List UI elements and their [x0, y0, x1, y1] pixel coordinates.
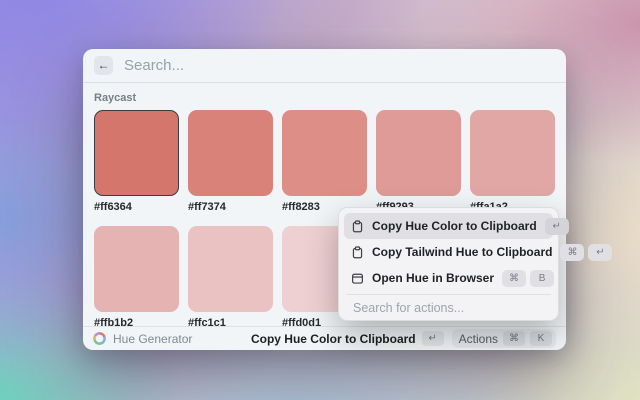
menu-item-label: Copy Hue Color to Clipboard [372, 219, 537, 233]
swatch-cell: #ff9293 [376, 110, 461, 213]
color-swatch[interactable] [376, 110, 461, 196]
swatch-cell: #ff8283 [282, 110, 367, 213]
actions-button[interactable]: Actions ⌘ K [452, 329, 556, 348]
primary-action-label: Copy Hue Color to Clipboard [251, 332, 416, 346]
app-name: Hue Generator [113, 332, 192, 346]
search-bar: ← [83, 49, 566, 82]
swatch-cell: #ff7374 [188, 110, 273, 213]
status-bar: Hue Generator Copy Hue Color to Clipboar… [83, 326, 566, 350]
browser-icon [351, 272, 364, 285]
color-swatch[interactable] [470, 110, 555, 196]
search-input[interactable] [122, 56, 555, 75]
color-swatch[interactable] [188, 226, 273, 312]
back-arrow-icon: ← [98, 58, 110, 72]
return-key-badge: ↵ [545, 218, 569, 235]
menu-item-open-hue-browser[interactable]: Open Hue in Browser ⌘ B [344, 265, 553, 291]
return-key-badge: ↵ [588, 244, 612, 261]
primary-action-button[interactable]: Copy Hue Color to Clipboard ↵ [251, 331, 444, 346]
menu-item-label: Open Hue in Browser [372, 271, 494, 285]
menu-item-copy-hue-color[interactable]: Copy Hue Color to Clipboard ↵ [344, 213, 553, 239]
actions-menu: Copy Hue Color to Clipboard ↵ Copy Tailw… [338, 207, 559, 321]
swatch-cell: #ffb1b2 [94, 226, 179, 329]
hue-generator-icon [93, 332, 106, 345]
menu-item-copy-tailwind-hue[interactable]: Copy Tailwind Hue to Clipboard ⌘ ↵ [344, 239, 553, 265]
color-swatch[interactable] [94, 226, 179, 312]
cmd-key-badge: ⌘ [560, 244, 584, 261]
color-swatch[interactable] [282, 110, 367, 196]
clipboard-icon [351, 246, 364, 259]
b-key-badge: B [530, 270, 554, 287]
actions-search-input[interactable] [351, 300, 546, 316]
back-button[interactable]: ← [94, 56, 113, 75]
cmd-key-badge: ⌘ [503, 331, 525, 346]
swatch-cell: #ffc1c1 [188, 226, 273, 329]
k-key-badge: K [530, 331, 552, 346]
clipboard-icon [351, 220, 364, 233]
swatch-hex-label: #ff6364 [94, 201, 179, 213]
cmd-key-badge: ⌘ [502, 270, 526, 287]
raycast-window: ← Raycast #ff6364 #ff7374 #ff8283 #ff929… [83, 49, 566, 350]
section-title: Raycast [94, 92, 555, 104]
actions-label: Actions [459, 332, 498, 346]
color-swatch[interactable] [188, 110, 273, 196]
menu-item-label: Copy Tailwind Hue to Clipboard [372, 245, 552, 259]
swatch-cell: #ffa1a2 [470, 110, 555, 213]
swatch-cell: #ff6364 [94, 110, 179, 213]
return-key-badge: ↵ [422, 331, 444, 346]
color-swatch[interactable] [94, 110, 179, 196]
swatch-hex-label: #ff7374 [188, 201, 273, 213]
